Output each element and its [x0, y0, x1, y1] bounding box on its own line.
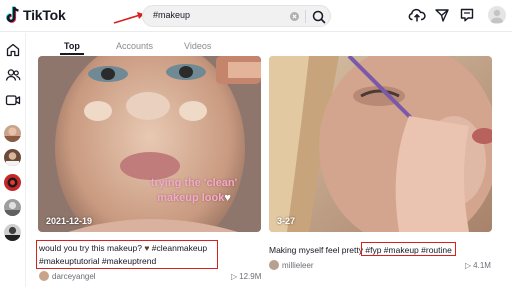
- heart-icon: ♥: [224, 192, 231, 204]
- tab-top[interactable]: Top: [64, 41, 80, 51]
- video-date: 2021-12-19: [46, 216, 93, 226]
- send-icon[interactable]: [434, 7, 450, 23]
- profile-avatar[interactable]: [488, 6, 506, 24]
- video-thumbnail[interactable]: trying the 'clean' makeup look♥ 2021-12-…: [38, 56, 261, 232]
- avatar-image: [5, 226, 20, 241]
- author-avatar: [269, 260, 279, 270]
- author-avatar: [39, 271, 49, 281]
- following-icon[interactable]: [5, 67, 21, 83]
- search-input[interactable]: #makeup: [153, 10, 190, 20]
- tiktok-logo-icon: [6, 6, 19, 23]
- video-date: 3-27: [277, 216, 296, 226]
- avatar-image: [5, 201, 20, 216]
- highlight-box: [361, 242, 456, 256]
- logo-text: TikTok: [23, 7, 66, 23]
- view-count-value: 4.1M: [473, 261, 491, 270]
- view-count-value: 12.9M: [239, 272, 262, 281]
- overlay-line-1: trying the 'clean': [150, 177, 238, 189]
- live-icon[interactable]: [5, 92, 21, 108]
- view-count: ▷ 4.1M: [465, 261, 491, 270]
- followed-account-avatar[interactable]: [4, 199, 21, 216]
- followed-account-avatar[interactable]: [4, 125, 21, 142]
- top-bar: TikTok #makeup: [0, 0, 512, 32]
- followed-account-avatar[interactable]: [4, 224, 21, 241]
- video-overlay-text: trying the 'clean' makeup look♥: [134, 176, 254, 206]
- search-divider: [305, 10, 306, 23]
- author-name: millieleer: [282, 260, 314, 270]
- avatar-image: [6, 152, 19, 166]
- tab-accounts[interactable]: Accounts: [116, 41, 153, 51]
- clear-icon[interactable]: [290, 12, 299, 21]
- search-icon[interactable]: [310, 8, 328, 26]
- author-row[interactable]: millieleer: [269, 260, 314, 270]
- annotation-arrow: [113, 12, 144, 24]
- video-thumbnail[interactable]: 3-27: [269, 56, 492, 232]
- followed-account-avatar[interactable]: [4, 149, 21, 166]
- overlay-line-2: makeup look: [157, 192, 225, 204]
- avatar-image: [4, 127, 21, 142]
- play-icon: ▷: [231, 272, 238, 281]
- followed-account-avatar[interactable]: [4, 174, 21, 191]
- tiktok-logo[interactable]: TikTok: [6, 6, 66, 24]
- tab-videos[interactable]: Videos: [184, 41, 211, 51]
- upload-icon[interactable]: [408, 7, 426, 23]
- active-tab-indicator: [60, 53, 84, 55]
- search-bar[interactable]: #makeup: [142, 5, 331, 27]
- inbox-icon[interactable]: [459, 7, 475, 23]
- author-row[interactable]: darceyangel: [39, 271, 96, 281]
- default-avatar-icon: [490, 9, 504, 23]
- home-icon[interactable]: [5, 42, 21, 58]
- highlight-box: [36, 240, 218, 269]
- play-icon: ▷: [465, 261, 472, 270]
- view-count: ▷ 12.9M: [231, 272, 261, 281]
- sidebar: [0, 33, 26, 287]
- author-name: darceyangel: [52, 271, 96, 281]
- caption-text: Making myself feel pretty: [269, 245, 366, 255]
- avatar-image: [7, 177, 18, 188]
- video-thumbnail-image: [269, 56, 492, 232]
- search-tabs: Top Accounts Videos: [26, 38, 512, 56]
